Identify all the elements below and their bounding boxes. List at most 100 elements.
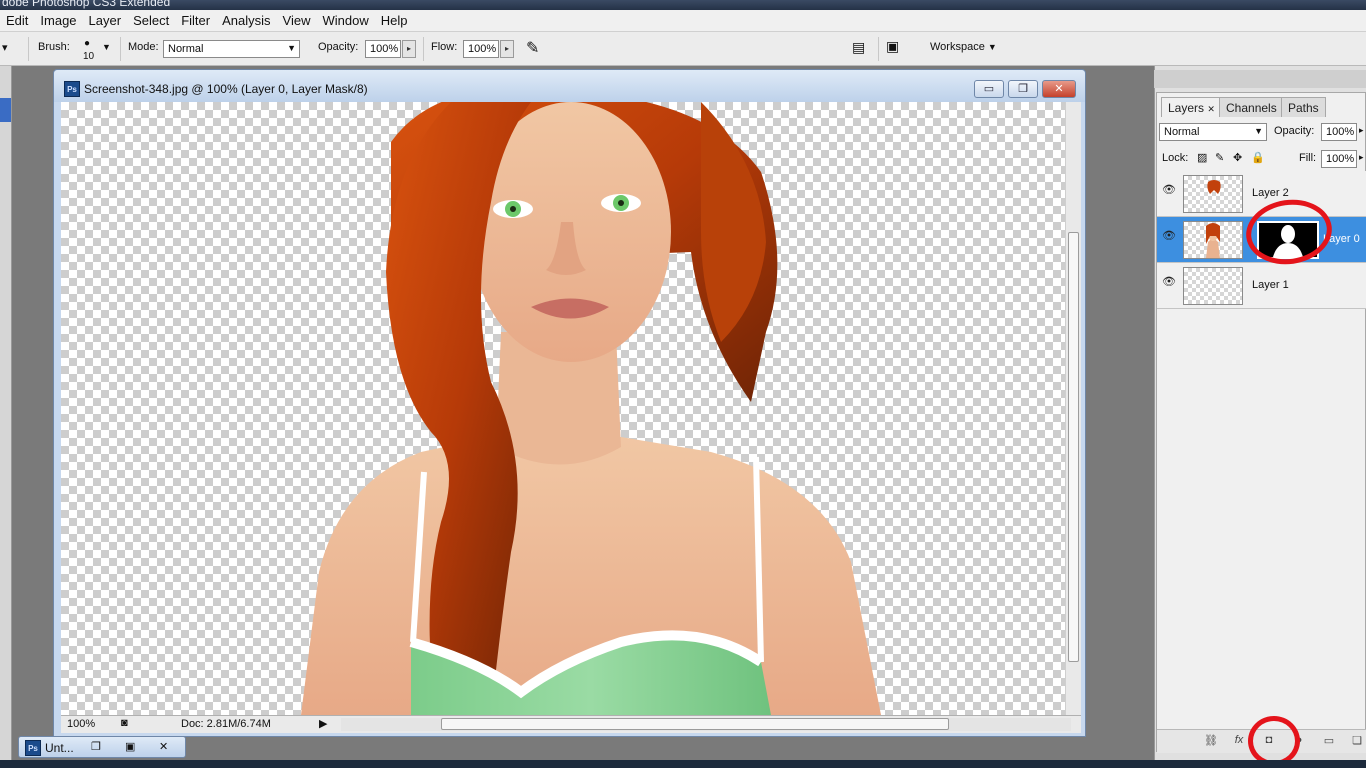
menu-help[interactable]: Help <box>375 13 414 28</box>
bridge-icon[interactable]: ▣ <box>886 38 899 55</box>
dock-grip[interactable] <box>1154 70 1366 88</box>
document-titlebar[interactable]: Ps Screenshot-348.jpg @ 100% (Layer 0, L… <box>54 70 1085 102</box>
fill-label: Fill: <box>1299 152 1317 164</box>
new-layer-icon[interactable]: ❏ <box>1349 734 1365 748</box>
opacity-slider-button[interactable]: ▸ <box>402 40 416 58</box>
menu-layer[interactable]: Layer <box>83 13 128 28</box>
divider <box>28 37 29 61</box>
tools-panel[interactable] <box>0 66 12 768</box>
document-title: Screenshot-348.jpg @ 100% (Layer 0, Laye… <box>84 82 368 96</box>
restore-icon[interactable]: ❐ <box>91 740 101 753</box>
visibility-eye-icon[interactable]: 👁 <box>1161 229 1177 243</box>
visibility-eye-icon[interactable]: 👁 <box>1161 275 1177 289</box>
close-button[interactable]: ✕ <box>1042 80 1076 98</box>
app-title-bar: dobe Photoshop CS3 Extended <box>0 0 1366 10</box>
active-tool-indicator <box>0 98 11 122</box>
layer-thumbnail <box>1183 267 1243 305</box>
status-menu-arrow-icon[interactable]: ▶ <box>319 717 327 730</box>
menu-view[interactable]: View <box>277 13 317 28</box>
document-size[interactable]: Doc: 2.81M/6.74M <box>181 718 271 730</box>
tab-layers[interactable]: Layers ✕ <box>1161 97 1222 117</box>
mode-select[interactable]: Normal ▼ <box>163 40 300 58</box>
minimized-document[interactable]: Ps Unt... ❐ ▣ ✕ <box>18 736 186 758</box>
close-icon[interactable]: ✕ <box>159 740 168 753</box>
tab-channels[interactable]: Channels <box>1219 97 1284 117</box>
horizontal-scrollbar[interactable] <box>341 718 1071 731</box>
annotation-circle-add-mask <box>1248 716 1300 766</box>
mode-label: Mode: <box>128 41 159 53</box>
layers-panel: Layers ✕ Channels Paths Normal ▼ Opacity… <box>1156 92 1366 753</box>
brushes-palette-icon[interactable]: ▤ <box>852 39 865 56</box>
mode-value: Normal <box>168 43 204 55</box>
lock-transparent-icon[interactable]: ▨ <box>1197 151 1207 164</box>
flow-label: Flow: <box>431 41 458 53</box>
opacity-arrow-icon[interactable]: ▸ <box>1359 125 1364 136</box>
chevron-down-icon: ▼ <box>987 42 997 52</box>
zoom-level[interactable]: 100% <box>67 718 95 730</box>
portrait-artwork <box>301 102 881 715</box>
ps-icon: Ps <box>64 81 80 97</box>
vertical-scrollbar[interactable] <box>1065 102 1081 715</box>
menu-edit[interactable]: Edit <box>0 13 34 28</box>
opacity-label: Opacity: <box>318 41 359 53</box>
layer-opacity-input[interactable]: 100% <box>1321 123 1357 141</box>
divider <box>423 37 424 61</box>
options-bar: ▾ Brush: ● 10 ▼ Mode: Normal ▼ Opacity: … <box>0 32 1366 66</box>
layer-thumbnail <box>1183 175 1243 213</box>
lock-position-icon[interactable]: ✥ <box>1233 151 1242 164</box>
workspace-button[interactable]: Workspace ▼ <box>930 41 997 53</box>
menu-window[interactable]: Window <box>316 13 374 28</box>
panel-tabs: Layers ✕ Channels Paths <box>1157 97 1365 117</box>
portrait-thumbnail-icon <box>1206 223 1220 258</box>
menu-image[interactable]: Image <box>34 13 82 28</box>
divider <box>878 37 879 61</box>
menu-analysis[interactable]: Analysis <box>216 13 276 28</box>
blend-mode-value: Normal <box>1164 126 1200 138</box>
lock-all-icon[interactable]: 🔒 <box>1251 151 1265 164</box>
blend-mode-select[interactable]: Normal ▼ <box>1159 123 1267 141</box>
horizontal-scroll-thumb[interactable] <box>441 718 949 730</box>
fill-arrow-icon[interactable]: ▸ <box>1359 152 1364 163</box>
link-icon[interactable]: ⛓ <box>1203 734 1219 748</box>
maximize-icon[interactable]: ▣ <box>125 740 135 753</box>
visibility-eye-icon[interactable]: 👁 <box>1161 183 1177 197</box>
document-status-bar: 100% ◙ Doc: 2.81M/6.74M ▶ <box>61 715 1081 733</box>
fill-input[interactable]: 100% <box>1321 150 1357 168</box>
document-window: Ps Screenshot-348.jpg @ 100% (Layer 0, L… <box>53 69 1086 737</box>
opacity-input[interactable]: 100% <box>365 40 401 58</box>
restore-button[interactable]: ❐ <box>1008 80 1038 98</box>
chevron-down-icon: ▼ <box>287 43 296 53</box>
layer-thumbnail <box>1183 221 1243 259</box>
divider <box>120 37 121 61</box>
flow-slider-button[interactable]: ▸ <box>500 40 514 58</box>
group-icon[interactable]: ▭ <box>1321 734 1337 748</box>
brush-dot-icon[interactable]: ● <box>84 38 90 49</box>
brush-label: Brush: <box>38 41 70 53</box>
fx-icon[interactable]: fx <box>1231 734 1247 748</box>
brush-size: 10 <box>83 51 95 62</box>
menu-select[interactable]: Select <box>127 13 175 28</box>
menu-filter[interactable]: Filter <box>175 13 216 28</box>
airbrush-icon[interactable]: ✎ <box>526 38 539 58</box>
ps-icon: Ps <box>25 740 41 756</box>
lock-image-icon[interactable]: ✎ <box>1215 151 1224 164</box>
image-canvas[interactable] <box>61 102 1065 715</box>
layer-name: Layer 2 <box>1252 187 1289 199</box>
app-title: dobe Photoshop CS3 Extended <box>2 0 171 9</box>
close-icon[interactable]: ✕ <box>1207 104 1215 114</box>
lock-label: Lock: <box>1162 152 1189 164</box>
flow-input[interactable]: 100% <box>463 40 499 58</box>
taskbar-edge <box>0 760 1366 768</box>
layer-row-layer-1[interactable]: 👁 Layer 1 <box>1157 263 1366 309</box>
tab-paths[interactable]: Paths <box>1281 97 1326 117</box>
zoom-icon[interactable]: ◙ <box>121 717 128 729</box>
hair-thumbnail-icon <box>1207 180 1221 194</box>
layer-opacity-label: Opacity: <box>1274 125 1315 137</box>
minimized-document-title: Unt... <box>45 741 74 755</box>
brush-dropdown-icon[interactable]: ▼ <box>102 42 111 52</box>
menubar: Edit Image Layer Select Filter Analysis … <box>0 10 1366 32</box>
vertical-scroll-thumb[interactable] <box>1068 232 1079 662</box>
tool-preset-icon[interactable]: ▾ <box>2 41 8 54</box>
minimize-button[interactable]: ▭ <box>974 80 1004 98</box>
chevron-down-icon: ▼ <box>1254 126 1263 136</box>
